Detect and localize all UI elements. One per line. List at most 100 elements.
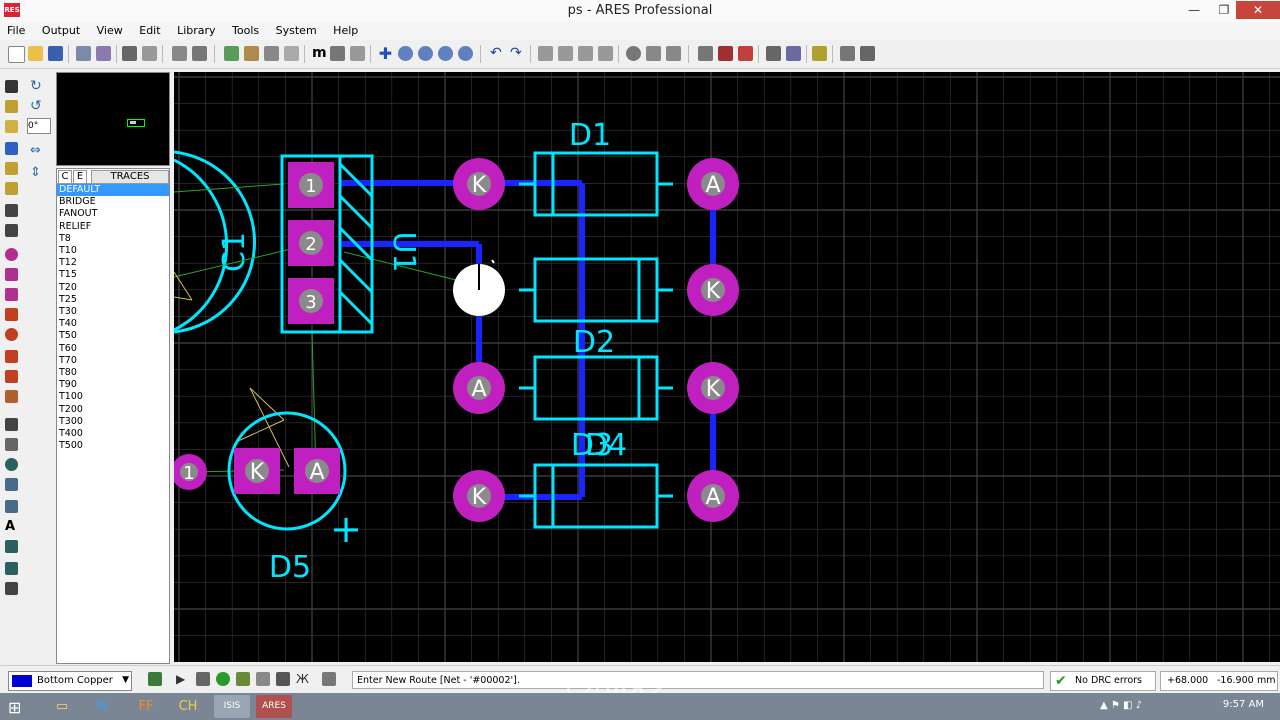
area-icon[interactable] [142, 46, 157, 61]
pause-icon[interactable] [236, 672, 250, 686]
block-delete-icon[interactable] [598, 46, 613, 61]
layer-selector[interactable]: Bottom Copper ▼ [8, 671, 132, 691]
export-icon[interactable] [96, 46, 111, 61]
smt-round-pad-icon[interactable] [5, 328, 18, 341]
via-tool-icon[interactable] [5, 162, 18, 175]
menu-output[interactable]: Output [35, 22, 86, 37]
pick-parts-icon[interactable] [626, 46, 641, 61]
round-pad-icon[interactable] [5, 248, 18, 261]
arc-tool-icon[interactable] [5, 478, 18, 491]
firefox-icon[interactable]: FF [128, 695, 164, 718]
trace-style-item[interactable]: T40 [57, 318, 169, 330]
zone-tool-icon[interactable] [5, 182, 18, 195]
design-rules-icon[interactable] [840, 46, 855, 61]
step-icon[interactable] [196, 672, 210, 686]
trace-style-item[interactable]: T15 [57, 269, 169, 281]
isis-task[interactable]: ISIS [214, 695, 250, 718]
system-tray-icons[interactable]: ▲ ⚑ ◧ ♪ [1100, 700, 1142, 711]
menu-file[interactable]: File [0, 22, 31, 37]
path-tool-icon[interactable] [5, 500, 18, 513]
zoom-in-icon[interactable] [398, 46, 413, 61]
pan-icon[interactable]: ✚ [378, 46, 393, 62]
trace-style-item[interactable]: FANOUT [57, 208, 169, 220]
toggle-grid-icon[interactable] [192, 46, 207, 61]
netlist-icon[interactable] [812, 46, 827, 61]
undo-icon[interactable]: ↶ [490, 46, 505, 61]
marker-tool-icon[interactable] [5, 562, 18, 575]
delete-trace-icon[interactable] [276, 672, 290, 686]
auto-place-icon[interactable] [698, 46, 713, 61]
menu-edit[interactable]: Edit [132, 22, 166, 37]
block-copy-icon[interactable] [538, 46, 553, 61]
metric-icon[interactable] [244, 46, 259, 61]
rotation-angle-field[interactable]: 0° [27, 118, 51, 134]
trace-style-item[interactable]: T90 [57, 379, 169, 391]
zoom-area-icon[interactable] [458, 46, 473, 61]
ratsnest-toggle-icon[interactable]: Ж [296, 672, 310, 686]
mirror-vertical-icon[interactable]: ⇕ [30, 166, 43, 179]
menu-help[interactable]: Help [326, 22, 364, 37]
trace-style-item[interactable]: DEFAULT [57, 184, 169, 197]
stop-icon[interactable] [256, 672, 270, 686]
search-tag-icon[interactable] [766, 46, 781, 61]
route-icon[interactable] [216, 672, 230, 686]
false-origin-icon[interactable] [330, 46, 345, 61]
layer-stack-icon[interactable] [148, 672, 162, 686]
trace-style-item[interactable]: BRIDGE [57, 196, 169, 208]
block-move-icon[interactable] [558, 46, 573, 61]
rotate-ccw-icon[interactable]: ↺ [30, 99, 43, 113]
refresh-icon[interactable] [172, 46, 187, 61]
decompose-icon[interactable] [666, 46, 681, 61]
print-icon[interactable] [122, 46, 137, 61]
smt-polygon-pad-icon[interactable] [5, 370, 18, 383]
open-folder-icon[interactable] [28, 46, 43, 61]
menu-library[interactable]: Library [170, 22, 221, 37]
box-tool-icon[interactable] [5, 438, 18, 451]
metric-m-icon[interactable]: m [312, 46, 327, 61]
3d-view-icon[interactable] [860, 46, 875, 61]
menu-view[interactable]: View [90, 22, 129, 37]
square-pad-icon[interactable] [5, 268, 18, 281]
trace-style-item[interactable]: T300 [57, 416, 169, 428]
zoom-all-icon[interactable] [438, 46, 453, 61]
overview-window[interactable] [56, 72, 170, 166]
polar-icon[interactable] [350, 46, 365, 61]
play-icon[interactable]: ▶ [176, 672, 190, 686]
trace-style-item[interactable]: T50 [57, 330, 169, 342]
new-file-icon[interactable] [8, 46, 25, 63]
pcb-editing-canvas[interactable]: C1 1 2 3 U1 D1 K A D2 K D3 A K D4 K A K … [174, 72, 1280, 662]
tidy-icon[interactable] [738, 46, 753, 61]
text-tool-icon[interactable]: A [5, 520, 18, 533]
drc-status[interactable]: ✔ No DRC errors [1050, 671, 1156, 691]
trace-style-item[interactable]: T30 [57, 306, 169, 318]
rotate-cw-icon[interactable]: ↻ [30, 79, 43, 93]
import-icon[interactable] [76, 46, 91, 61]
track-tool-icon[interactable] [5, 142, 18, 155]
auto-route-icon[interactable] [718, 46, 733, 61]
trace-style-item[interactable]: T100 [57, 391, 169, 403]
trace-style-item[interactable]: T20 [57, 282, 169, 294]
trace-style-item[interactable]: T200 [57, 404, 169, 416]
windows-start-icon[interactable]: ⊞ [8, 698, 21, 717]
close-button[interactable]: ✕ [1236, 1, 1280, 19]
layers-icon[interactable] [224, 46, 239, 61]
grid-icon[interactable] [264, 46, 279, 61]
circle-tool-icon[interactable] [5, 458, 18, 471]
padstack-icon[interactable] [5, 390, 18, 403]
ares-task[interactable]: ARES [256, 695, 292, 718]
trace-style-item[interactable]: T80 [57, 367, 169, 379]
origin-icon[interactable] [284, 46, 299, 61]
zoom-out-icon[interactable] [418, 46, 433, 61]
redo-icon[interactable]: ↷ [510, 46, 525, 61]
trace-style-item[interactable]: T400 [57, 428, 169, 440]
trace-style-item[interactable]: T25 [57, 294, 169, 306]
internet-explorer-icon[interactable]: IE [84, 695, 120, 718]
package-tool-icon[interactable] [5, 120, 18, 133]
symbol-tool-icon[interactable] [5, 540, 18, 553]
component-tool-icon[interactable] [5, 100, 18, 113]
menu-tools[interactable]: Tools [225, 22, 265, 37]
edge-pad-icon[interactable] [5, 308, 18, 321]
selector-c-button[interactable]: C [58, 170, 72, 184]
trace-style-item[interactable]: T70 [57, 355, 169, 367]
block-rotate-icon[interactable] [578, 46, 593, 61]
